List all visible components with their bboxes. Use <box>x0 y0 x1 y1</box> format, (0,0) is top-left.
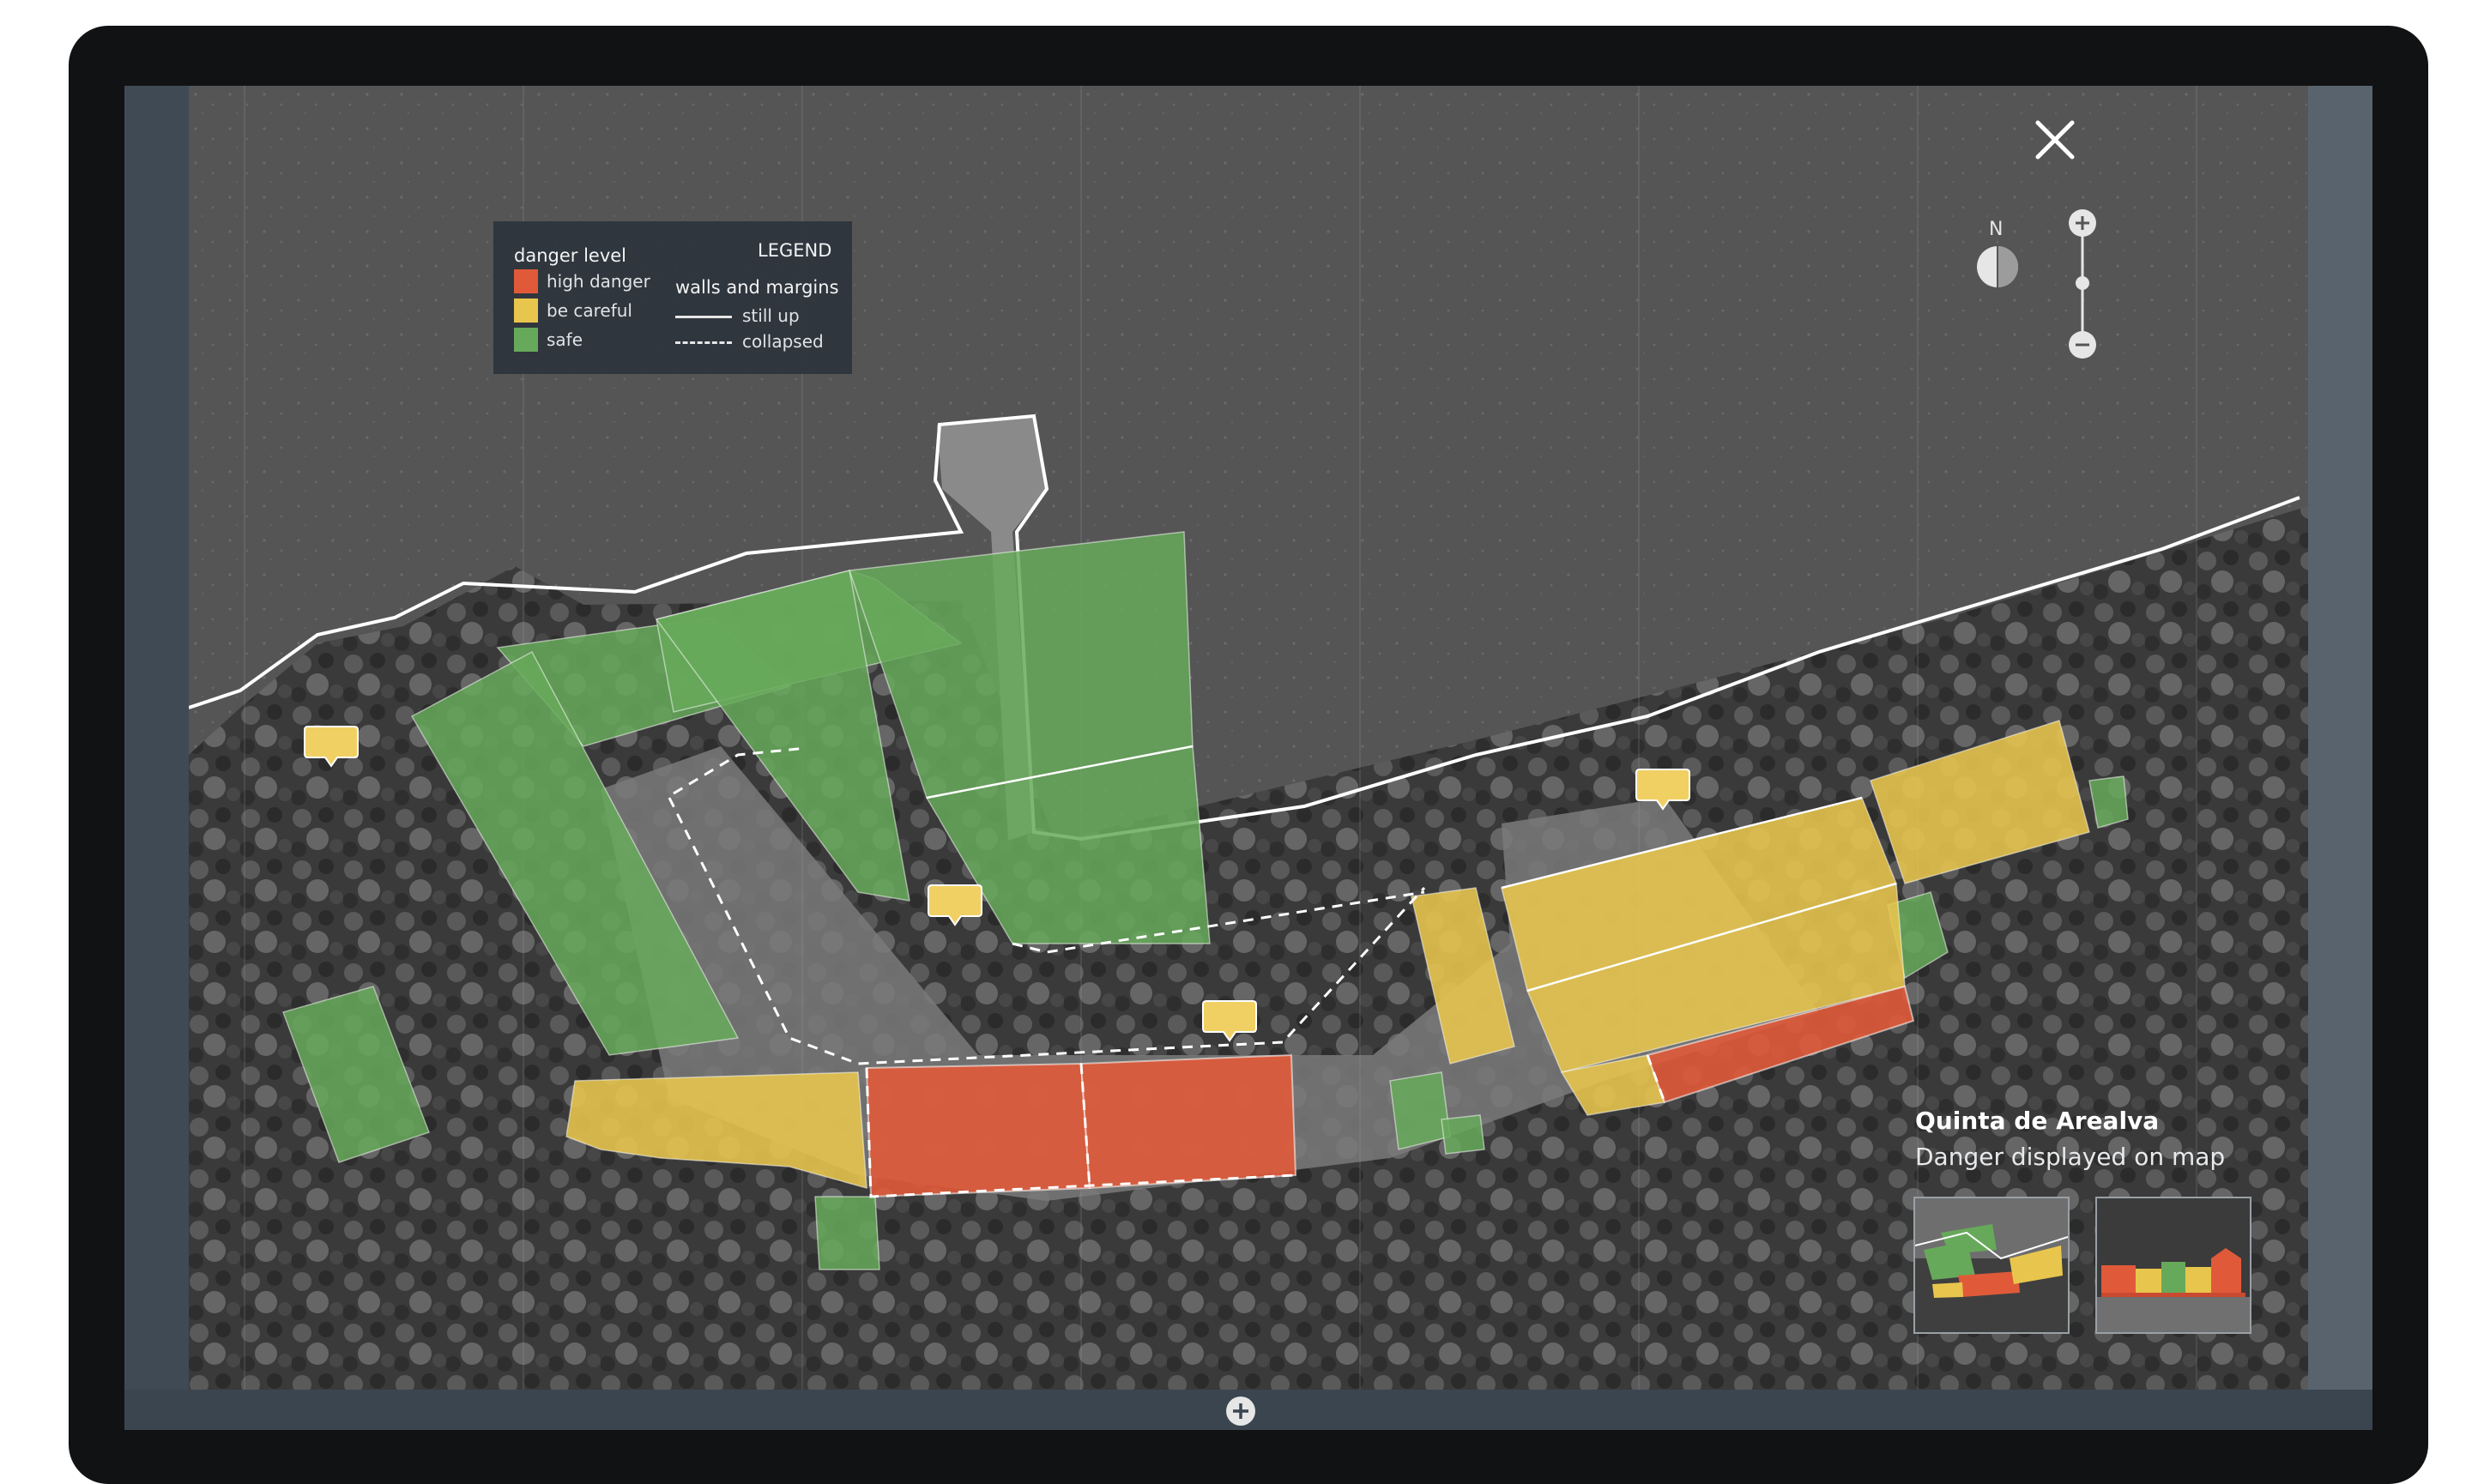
legend-still-up-label: still up <box>742 305 800 326</box>
compass-icon <box>1977 246 2018 287</box>
map-legend: danger level LEGEND high danger be caref… <box>493 221 852 374</box>
minus-icon <box>2069 331 2096 359</box>
right-panel <box>2308 86 2372 1390</box>
be-careful-swatch <box>514 299 538 323</box>
elevation-thumbnail-image <box>2097 1198 2250 1332</box>
safe-swatch <box>514 328 538 352</box>
legend-walls-heading: walls and margins <box>675 277 839 298</box>
left-panel <box>124 86 189 1390</box>
comment-marker[interactable] <box>1635 768 1691 812</box>
legend-title: LEGEND <box>758 240 832 261</box>
close-button[interactable] <box>2029 114 2081 166</box>
plus-circle-icon <box>1226 1397 1255 1426</box>
zoom-out-button[interactable] <box>2067 329 2098 360</box>
zoom-in-button[interactable] <box>2067 208 2098 238</box>
comment-marker[interactable] <box>1201 999 1258 1044</box>
site-title: Quinta de Arealva <box>1915 1107 2160 1135</box>
legend-be-careful-label: be careful <box>547 300 632 321</box>
screen: danger level LEGEND high danger be caref… <box>124 86 2372 1430</box>
comment-icon <box>1202 1000 1257 1042</box>
close-icon <box>2035 120 2075 160</box>
solid-line-sample <box>675 316 732 318</box>
comment-icon <box>304 726 359 768</box>
site-subtitle: Danger displayed on map <box>1915 1143 2226 1171</box>
plus-icon <box>2069 209 2096 237</box>
map-view-thumbnail[interactable] <box>1913 1197 2070 1334</box>
legend-danger-heading: danger level <box>514 245 627 266</box>
compass[interactable]: N <box>1973 219 2034 296</box>
legend-collapsed-label: collapsed <box>742 331 824 352</box>
legend-safe-label: safe <box>547 329 583 350</box>
high-danger-swatch <box>514 269 538 293</box>
comment-marker[interactable] <box>303 725 360 769</box>
legend-high-danger-label: high danger <box>547 271 650 292</box>
map-thumbnail-image <box>1915 1198 2068 1332</box>
expand-button[interactable] <box>1224 1395 1257 1427</box>
bottom-bar <box>124 1390 2372 1430</box>
comment-icon <box>928 884 982 926</box>
comment-marker[interactable] <box>927 884 983 928</box>
dashed-line-sample <box>675 341 732 344</box>
compass-north-label: N <box>1989 219 2004 240</box>
comment-icon <box>1635 769 1690 811</box>
elevation-view-thumbnail[interactable] <box>2095 1197 2251 1334</box>
aerial-map[interactable]: danger level LEGEND high danger be caref… <box>189 86 2308 1390</box>
